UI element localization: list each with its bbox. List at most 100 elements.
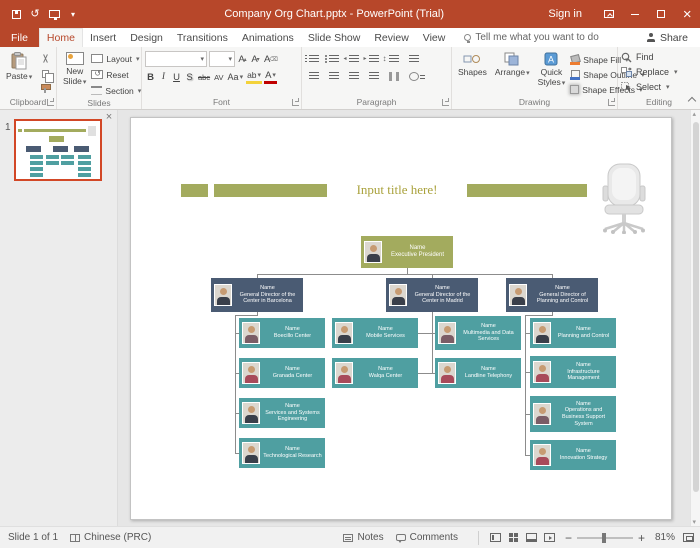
slide-thumbnail[interactable] — [14, 119, 102, 181]
columns-button[interactable] — [385, 70, 402, 83]
shapes-button[interactable]: Shapes — [455, 50, 490, 96]
org-node-planning-and-control[interactable]: Name Planning and Control — [530, 318, 616, 348]
grow-font-button[interactable]: A ▴ — [237, 52, 248, 66]
line-spacing-button[interactable] — [383, 53, 402, 66]
tab-insert[interactable]: Insert — [83, 28, 123, 47]
maximize-button[interactable] — [648, 0, 674, 28]
tab-file[interactable]: File — [0, 28, 39, 47]
org-node-granada-center[interactable]: Name Granada Center — [239, 358, 325, 388]
tab-design[interactable]: Design — [123, 28, 170, 47]
text-direction-button[interactable] — [405, 53, 422, 66]
slideshow-view-button[interactable] — [541, 530, 559, 546]
select-button[interactable]: Select — [621, 80, 697, 94]
ribbon-display-options-button[interactable] — [596, 0, 622, 28]
font-dialog-launcher[interactable] — [292, 98, 299, 106]
font-color-button[interactable]: A — [264, 70, 277, 84]
tab-slide-show[interactable]: Slide Show — [301, 28, 368, 47]
normal-view-button[interactable] — [487, 530, 505, 546]
vertical-scrollbar[interactable] — [690, 110, 700, 526]
scrollbar-thumb[interactable] — [693, 122, 699, 492]
highlight-color-button[interactable]: ab — [246, 70, 263, 84]
org-node-innovation-strategy[interactable]: Name Innovation Strategy — [530, 440, 616, 470]
org-node-infrastructure-management[interactable]: Name Infrastructure Management — [530, 356, 616, 388]
change-case-button[interactable]: Aa — [227, 70, 245, 84]
notes-button[interactable]: Notes — [343, 532, 384, 543]
share-button[interactable]: Share — [635, 28, 700, 47]
org-node-multimedia-data-services[interactable]: Name Multimedia and Data Services — [435, 316, 521, 350]
org-node-technological-research[interactable]: Name Technological Research — [239, 438, 325, 468]
office-chair-image[interactable] — [593, 162, 655, 234]
org-node-services-systems-engineering[interactable]: Name Services and Systems Engineering — [239, 398, 325, 428]
close-button[interactable] — [674, 0, 700, 28]
paragraph-dialog-launcher[interactable] — [442, 98, 449, 106]
customize-quick-access-button[interactable] — [65, 6, 81, 22]
close-pane-icon[interactable] — [106, 111, 112, 123]
org-node-executive-president[interactable]: Name Executive President — [361, 236, 453, 268]
font-size-select[interactable] — [209, 51, 235, 67]
italic-button[interactable]: I — [158, 70, 169, 84]
align-right-button[interactable] — [345, 70, 362, 83]
bold-button[interactable]: B — [145, 70, 156, 84]
reading-view-button[interactable] — [523, 530, 541, 546]
justify-button[interactable] — [365, 70, 382, 83]
tell-me-box[interactable]: Tell me what you want to do — [464, 28, 599, 47]
sign-in-button[interactable]: Sign in — [548, 8, 582, 20]
cut-button[interactable] — [37, 52, 53, 65]
start-slideshow-button[interactable] — [46, 6, 62, 22]
convert-to-smartart-button[interactable] — [405, 70, 425, 83]
font-name-select[interactable] — [145, 51, 207, 67]
zoom-slider[interactable] — [576, 532, 633, 543]
arrange-button[interactable]: Arrange — [492, 50, 533, 96]
paste-button[interactable]: Paste — [3, 50, 35, 96]
minimize-button[interactable] — [622, 0, 648, 28]
numbering-button[interactable] — [324, 53, 342, 66]
org-node-director-planning[interactable]: Name General Director of Planning and Con… — [506, 278, 598, 312]
section-button[interactable]: Section — [91, 84, 141, 97]
bullets-button[interactable] — [304, 53, 322, 66]
strikethrough-button[interactable]: abc — [197, 70, 211, 84]
clear-formatting-button[interactable]: A ⌫ — [263, 52, 279, 66]
org-node-director-barcelona[interactable]: Name General Director of the Center in Ba… — [211, 278, 303, 312]
org-node-boecillo-center[interactable]: Name Boecillo Center — [239, 318, 325, 348]
tab-view[interactable]: View — [416, 28, 453, 47]
format-painter-button[interactable] — [37, 82, 53, 95]
layout-button[interactable]: Layout — [91, 52, 141, 65]
org-node-director-madrid[interactable]: Name General Director of the Center in Ma… — [386, 278, 478, 312]
drawing-dialog-launcher[interactable] — [608, 98, 615, 106]
reset-button[interactable]: Reset — [91, 68, 141, 81]
align-left-button[interactable] — [305, 70, 322, 83]
replace-button[interactable]: Replace — [621, 65, 697, 79]
org-node-operations-business-support[interactable]: Name Operations and Business Support Syst… — [530, 396, 616, 432]
zoom-percentage[interactable]: 81% — [651, 532, 675, 543]
align-center-button[interactable] — [325, 70, 342, 83]
clipboard-dialog-launcher[interactable] — [47, 98, 54, 106]
shrink-font-button[interactable]: A ▾ — [250, 52, 261, 66]
collapse-ribbon-button[interactable] — [688, 95, 696, 103]
tab-review[interactable]: Review — [367, 28, 415, 47]
decrease-indent-button[interactable] — [344, 53, 362, 66]
underline-button[interactable]: U — [171, 70, 182, 84]
increase-indent-button[interactable] — [364, 53, 382, 66]
fit-slide-to-window-button[interactable] — [683, 533, 694, 542]
new-slide-button[interactable]: New Slide — [60, 50, 89, 97]
title-accent-bar-left[interactable] — [181, 184, 208, 197]
text-shadow-button[interactable]: S — [184, 70, 195, 84]
org-node-mobile-services[interactable]: Name Mobile Services — [332, 318, 418, 348]
save-button[interactable] — [8, 6, 24, 22]
slide-counter[interactable]: Slide 1 of 1 — [8, 532, 58, 543]
zoom-in-button[interactable]: + — [638, 531, 645, 545]
tab-home[interactable]: Home — [38, 28, 83, 47]
slide-editing-surface[interactable]: Input title here! Name Executive Preside… — [130, 117, 672, 520]
copy-button[interactable] — [37, 67, 54, 83]
org-node-landline-telephony[interactable]: Name Landline Telephony — [435, 358, 521, 388]
character-spacing-button[interactable]: AV — [213, 70, 224, 84]
zoom-out-button[interactable]: − — [565, 531, 572, 545]
tab-transitions[interactable]: Transitions — [170, 28, 235, 47]
quick-styles-button[interactable]: A Quick Styles — [535, 50, 569, 96]
tab-animations[interactable]: Animations — [235, 28, 301, 47]
comments-button[interactable]: Comments — [395, 532, 458, 543]
slide-sorter-view-button[interactable] — [505, 530, 523, 546]
undo-button[interactable] — [27, 6, 43, 22]
zoom-slider-thumb[interactable] — [602, 532, 607, 543]
org-node-walqa-center[interactable]: Name Walqa Center — [332, 358, 418, 388]
